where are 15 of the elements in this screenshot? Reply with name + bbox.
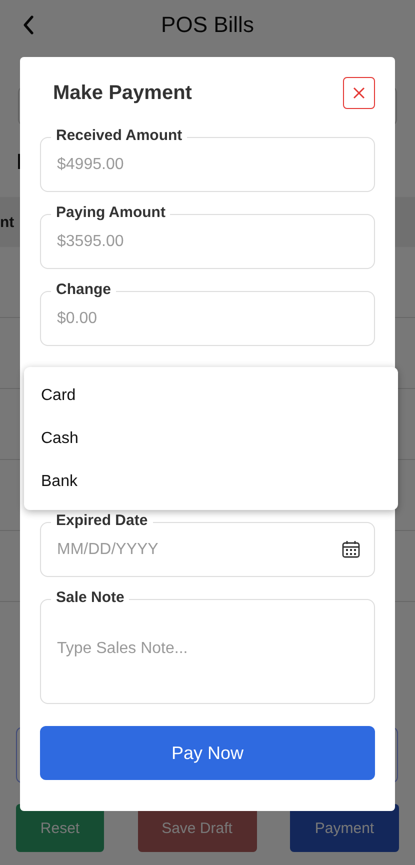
column-header: nt <box>0 214 14 230</box>
calendar-icon[interactable] <box>341 539 361 559</box>
dialog-title: Make Payment <box>53 82 192 104</box>
field-label: Paying Amount <box>51 204 170 222</box>
pay-now-button[interactable]: Pay Now <box>40 726 375 780</box>
field-label: Expired Date <box>51 512 153 530</box>
field-label: Change <box>51 281 116 299</box>
close-button[interactable] <box>343 77 375 109</box>
menu-option[interactable]: Card <box>24 374 398 417</box>
close-icon <box>353 87 365 99</box>
page-title: POS Bills <box>161 12 254 38</box>
section-heading: I <box>16 149 22 175</box>
menu-option[interactable]: Bank <box>24 460 398 503</box>
back-icon[interactable] <box>22 15 34 35</box>
menu-option[interactable]: Cash <box>24 417 398 460</box>
